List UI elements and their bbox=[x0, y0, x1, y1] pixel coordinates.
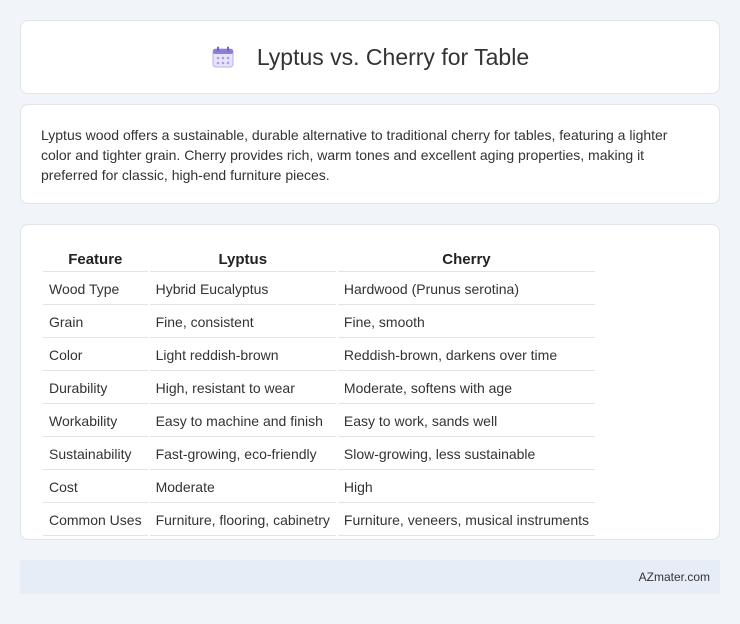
cell-lyptus: Fine, consistent bbox=[149, 307, 336, 338]
table-row: Sustainability Fast-growing, eco-friendl… bbox=[43, 439, 595, 470]
table-row: Grain Fine, consistent Fine, smooth bbox=[43, 307, 595, 338]
table-row: Cost Moderate High bbox=[43, 472, 595, 503]
table-row: Workability Easy to machine and finish E… bbox=[43, 406, 595, 437]
page-title: Lyptus vs. Cherry for Table bbox=[256, 43, 530, 70]
table-row: Wood Type Hybrid Eucalyptus Hardwood (Pr… bbox=[43, 274, 595, 305]
comparison-table-card: Feature Lyptus Cherry Wood Type Hybrid E… bbox=[20, 224, 720, 540]
cell-cherry: Easy to work, sands well bbox=[337, 406, 595, 437]
cell-lyptus: Light reddish-brown bbox=[149, 340, 336, 371]
cell-lyptus: Furniture, flooring, cabinetry bbox=[149, 505, 336, 536]
table-row: Durability High, resistant to wear Moder… bbox=[43, 373, 595, 404]
summary-text: Lyptus wood offers a sustainable, durabl… bbox=[41, 127, 668, 183]
cell-feature: Cost bbox=[43, 472, 148, 503]
cell-lyptus: Easy to machine and finish bbox=[149, 406, 336, 437]
table-row: Common Uses Furniture, flooring, cabinet… bbox=[43, 505, 595, 536]
table-header-row: Feature Lyptus Cherry bbox=[43, 247, 595, 272]
table-row: Color Light reddish-brown Reddish-brown,… bbox=[43, 340, 595, 371]
header-feature: Feature bbox=[43, 247, 148, 272]
cell-cherry: Moderate, softens with age bbox=[337, 373, 595, 404]
cell-feature: Grain bbox=[43, 307, 148, 338]
cell-cherry: Hardwood (Prunus serotina) bbox=[337, 274, 595, 305]
cell-feature: Durability bbox=[43, 373, 148, 404]
cell-cherry: Slow-growing, less sustainable bbox=[337, 439, 595, 470]
cell-lyptus: Fast-growing, eco-friendly bbox=[149, 439, 336, 470]
header-cherry: Cherry bbox=[337, 247, 595, 272]
cell-cherry: Furniture, veneers, musical instruments bbox=[337, 505, 595, 536]
cell-lyptus: Moderate bbox=[149, 472, 336, 503]
header-lyptus: Lyptus bbox=[149, 247, 336, 272]
cell-feature: Common Uses bbox=[43, 505, 148, 536]
cell-feature: Sustainability bbox=[43, 439, 148, 470]
cell-cherry: Reddish-brown, darkens over time bbox=[337, 340, 595, 371]
cell-cherry: Fine, smooth bbox=[337, 307, 595, 338]
cell-feature: Color bbox=[43, 340, 148, 371]
cell-lyptus: High, resistant to wear bbox=[149, 373, 336, 404]
summary-card: Lyptus wood offers a sustainable, durabl… bbox=[20, 104, 720, 204]
footer-brand: AZmater.com bbox=[638, 570, 710, 584]
footer-bar: AZmater.com bbox=[20, 560, 720, 594]
cell-feature: Wood Type bbox=[43, 274, 148, 305]
calendar-icon bbox=[211, 45, 235, 69]
cell-lyptus: Hybrid Eucalyptus bbox=[149, 274, 336, 305]
cell-cherry: High bbox=[337, 472, 595, 503]
title-card: Lyptus vs. Cherry for Table bbox=[20, 20, 720, 94]
comparison-table: Feature Lyptus Cherry Wood Type Hybrid E… bbox=[41, 245, 597, 538]
cell-feature: Workability bbox=[43, 406, 148, 437]
